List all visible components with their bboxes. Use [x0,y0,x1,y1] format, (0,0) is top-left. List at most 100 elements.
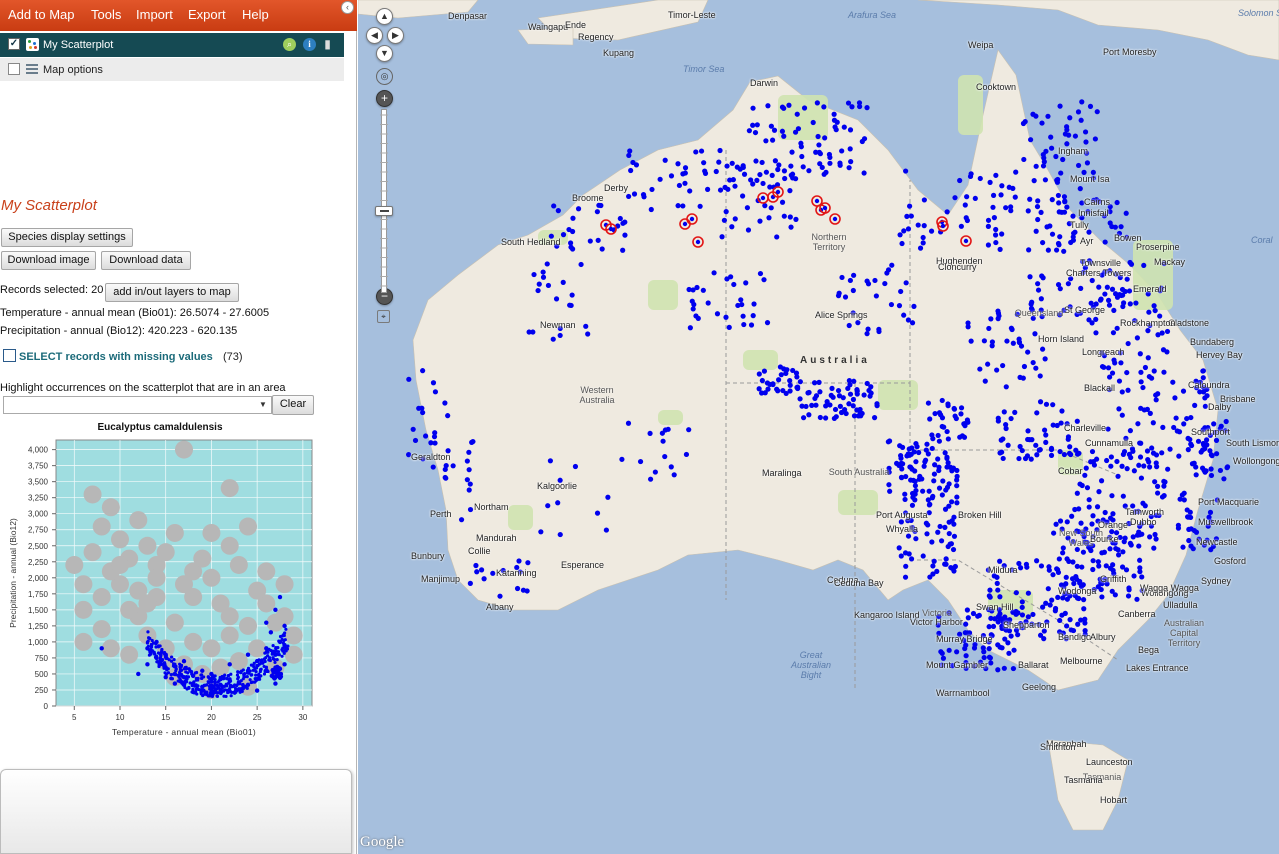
layer-visibility-checkbox[interactable]: ✓ [8,38,20,50]
occurrence-point [803,403,809,410]
city-label: Charleville [1064,423,1107,433]
occurrence-point [961,434,968,440]
map-options-checkbox[interactable] [8,63,20,75]
scatter-point [169,655,174,659]
occurrence-point [1000,455,1006,462]
occurrence-point [1033,228,1039,234]
occurrence-point [832,406,839,413]
trash-icon[interactable]: ▮ [321,38,334,51]
missing-values-label[interactable]: SELECT records with missing values [19,351,213,363]
menu-tools[interactable]: Tools [91,7,121,22]
crosshair-icon[interactable]: ⌖ [377,310,390,323]
city-label: Dalby [1208,402,1232,412]
missing-values-checkbox[interactable] [3,349,16,362]
occurrence-point [526,329,532,335]
zoom-extent-icon[interactable]: ◎ [376,68,393,85]
menu-import[interactable]: Import [136,7,173,22]
occurrence-point [741,321,747,328]
occurrence-point [943,556,949,562]
occurrence-point [1086,504,1092,510]
occurrence-point [985,217,992,223]
map-view[interactable]: Arafura Sea Timor Sea Coral Solomon Sea Grea… [358,0,1279,854]
download-image-button[interactable]: Download image [1,251,96,270]
occurrence-point [787,378,793,384]
x-tick-label: 20 [207,713,216,722]
scatter-point [264,655,268,660]
scatterplot-svg[interactable]: 0 250 500 750 1,000 1,250 1,500 1,750 2,000 2,250… [0,418,325,744]
occurrence-point [920,240,926,246]
layer-row-scatterplot[interactable]: ✓ My Scatterplot ⌕ i ▮ [0,33,344,57]
clear-button[interactable]: Clear [272,395,314,415]
occurrence-point [1035,281,1041,287]
add-layers-to-map-button[interactable]: add in/out layers to map [105,283,239,302]
occurrence-point [525,560,531,566]
occurrence-point [822,205,828,211]
zoom-to-layer-icon[interactable]: ⌕ [283,38,296,51]
occurrence-point [1025,614,1031,620]
occurrence-point [731,281,737,288]
scatterplot[interactable]: Eucalyptus camaldulensis 0 250 500 750 1,000… [0,418,325,744]
occurrence-point [850,403,856,409]
chevron-left-icon[interactable]: ‹ [341,1,354,14]
species-display-settings-button[interactable]: Species display settings [1,228,133,247]
occurrence-point [927,501,933,507]
area-select[interactable]: ▼ [3,396,272,414]
sea-label: Timor Sea [683,64,725,74]
occurrence-point [954,494,960,500]
occurrence-point [1061,248,1067,254]
occurrence-point [1082,129,1089,135]
occurrence-point [829,385,835,391]
occurrence-point [1082,620,1088,626]
occurrence-point [1015,632,1021,638]
chevron-down-icon[interactable]: ▼ [256,398,270,412]
city-label: Port Macquarie [1198,497,1260,507]
occurrence-point [1119,463,1125,469]
city-label: Port Augusta [876,510,928,520]
zoom-in-icon[interactable]: + [376,90,393,107]
occurrence-point [908,556,915,562]
occurrence-point [701,160,707,166]
occurrence-point [1027,274,1033,280]
download-data-button[interactable]: Download data [101,251,191,270]
pan-left-icon[interactable]: ◀ [366,27,383,44]
scatter-point [206,694,210,698]
occurrence-point [1013,169,1019,175]
occurrence-point [867,393,873,399]
city-label: South Lismore [1226,438,1279,448]
menu-export[interactable]: Export [188,7,226,22]
menu-help[interactable]: Help [242,7,269,22]
occurrence-point [1153,536,1159,542]
occurrence-point [935,456,941,462]
occurrence-point [958,223,964,229]
occurrence-point [752,129,759,136]
occurrence-point [764,320,771,326]
menu-add-to-map[interactable]: Add to Map [8,7,75,22]
occurrence-point [631,191,638,197]
y-tick-label: 0 [44,702,49,711]
pan-up-icon[interactable]: ▲ [376,8,393,25]
occurrence-point [1138,475,1145,481]
occurrence-point [817,151,823,157]
occurrence-point [682,221,688,227]
occurrence-point [467,481,473,487]
city-label: Shepparton [1003,620,1050,630]
occurrence-point [995,418,1001,424]
occurrence-point [691,301,697,308]
scatter-point [283,631,287,635]
occurrence-point [782,175,788,182]
pan-right-icon[interactable]: ▶ [387,27,404,44]
info-icon[interactable]: i [303,38,316,51]
occurrence-point [988,316,994,322]
scatter-point [265,669,269,674]
temperature-range-text: Temperature - annual mean (Bio01): 26.50… [0,307,270,319]
scatter-point [153,655,158,659]
zoom-slider-handle[interactable] [375,206,393,216]
layer-row-map-options[interactable]: Map options [0,58,344,81]
map-canvas[interactable] [358,0,1279,854]
pan-down-icon[interactable]: ▼ [376,45,393,62]
occurrence-point [888,301,895,308]
occurrence-point [986,654,993,660]
occurrence-point [999,449,1005,455]
city-label: Hobart [1100,795,1128,805]
occurrence-point [832,216,838,222]
